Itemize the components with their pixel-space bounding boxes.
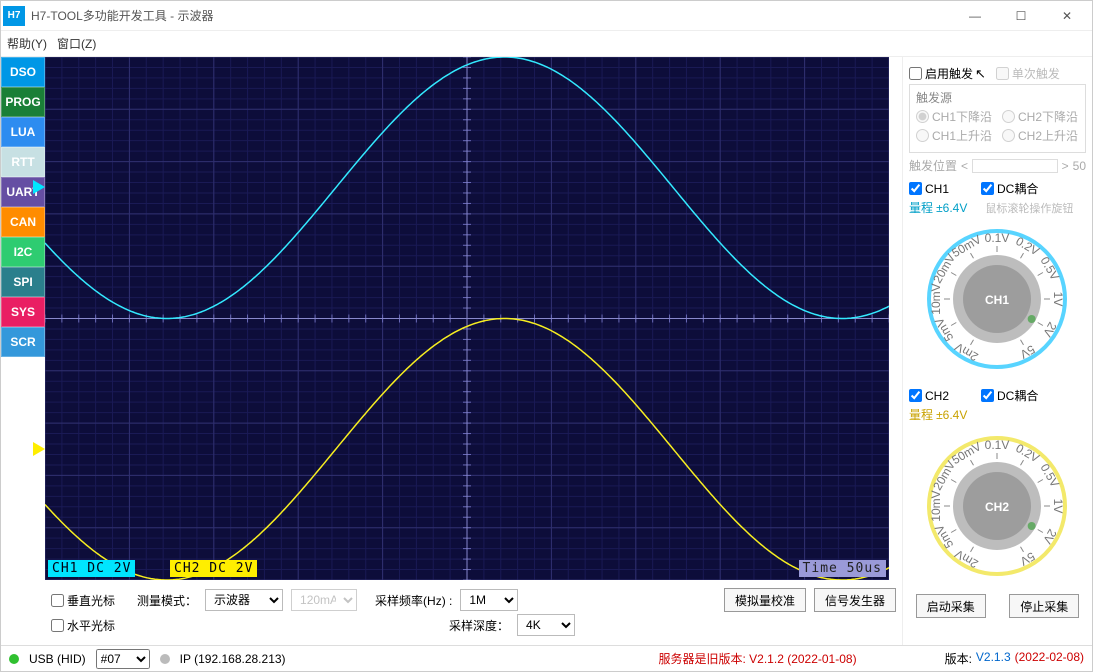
rail-dso[interactable]: DSO bbox=[1, 57, 45, 87]
bottom-controls: 垂直光标 测量模式： 示波器 120mA 采样频率(Hz) : 1M 模拟量校准… bbox=[45, 580, 902, 614]
signal-gen-button[interactable]: 信号发生器 bbox=[814, 588, 896, 612]
app-logo: H7 bbox=[3, 6, 25, 26]
analog-cal-button[interactable]: 模拟量校准 bbox=[724, 588, 806, 612]
ch1-dc-label: DC耦合 bbox=[997, 180, 1038, 197]
ch2-dc-coupling-checkbox[interactable]: DC耦合 bbox=[981, 387, 1038, 404]
svg-text:0.1V: 0.1V bbox=[985, 231, 1010, 245]
trig-ch1-rising[interactable]: CH1上升沿 bbox=[916, 127, 992, 144]
version-number: V2.1.3 bbox=[976, 650, 1011, 667]
ch2-zero-marker[interactable] bbox=[33, 442, 45, 456]
ch2-scale-label: CH2 DC 2V bbox=[170, 560, 257, 577]
enable-trigger-label: 启用触发 bbox=[925, 65, 973, 82]
trig-ch2-rising[interactable]: CH2上升沿 bbox=[1002, 127, 1078, 144]
trig-ch2-falling[interactable]: CH2下降沿 bbox=[1002, 108, 1078, 125]
ch1-dc-coupling-checkbox[interactable]: DC耦合 bbox=[981, 180, 1038, 197]
rail-sys[interactable]: SYS bbox=[1, 297, 45, 327]
stop-acq-button[interactable]: 停止采集 bbox=[1009, 594, 1079, 618]
wheel-hint: 鼠标滚轮操作旋钮 bbox=[985, 200, 1073, 216]
sample-depth-select[interactable]: 4K bbox=[517, 614, 575, 636]
trigger-pos-value: 50 bbox=[1073, 159, 1086, 173]
rail-lua[interactable]: LUA bbox=[1, 117, 45, 147]
single-trigger-label: 单次触发 bbox=[1012, 65, 1060, 82]
ip-status: IP (192.168.28.213) bbox=[180, 652, 286, 666]
menubar: 帮助(Y) 窗口(Z) bbox=[1, 31, 1092, 57]
current-range-select[interactable]: 120mA bbox=[291, 589, 357, 611]
ch2-range-label: 量程 ±6.4V bbox=[909, 406, 967, 423]
ch1-zero-marker[interactable] bbox=[33, 180, 45, 194]
ch1-range-label: 量程 ±6.4V bbox=[909, 199, 967, 216]
menu-help[interactable]: 帮助(Y) bbox=[7, 35, 47, 52]
horizontal-cursor-label: 水平光标 bbox=[67, 617, 115, 634]
timebase-label: Time 50us bbox=[799, 560, 886, 577]
ch2-range-dial[interactable]: CH22mV5mV10mV20mV50mV0.1V0.2V0.5V1V2V5V bbox=[920, 429, 1075, 584]
statusbar: USB (HID) #07 IP (192.168.28.213) 服务器是旧版… bbox=[1, 645, 1092, 671]
maximize-button[interactable]: ☐ bbox=[998, 1, 1044, 31]
trigger-pos-left-icon[interactable]: < bbox=[961, 159, 968, 173]
svg-text:10mV: 10mV bbox=[929, 490, 943, 521]
rail-spi[interactable]: SPI bbox=[1, 267, 45, 297]
rail-can[interactable]: CAN bbox=[1, 207, 45, 237]
svg-text:10mV: 10mV bbox=[929, 283, 943, 314]
server-old-warning: 服务器是旧版本: V2.1.2 (2022-01-08) bbox=[659, 650, 857, 667]
svg-text:CH2: CH2 bbox=[985, 500, 1009, 514]
horizontal-cursor-checkbox[interactable]: 水平光标 bbox=[51, 617, 115, 634]
version-date: (2022-02-08) bbox=[1015, 650, 1084, 667]
ch2-enable-checkbox[interactable]: CH2 bbox=[909, 389, 949, 403]
start-acq-button[interactable]: 启动采集 bbox=[916, 594, 986, 618]
svg-text:CH1: CH1 bbox=[985, 293, 1009, 307]
cursor-icon: ↖ bbox=[975, 66, 986, 82]
trigger-pos-right-icon[interactable]: > bbox=[1062, 159, 1069, 173]
trigger-source-group: 触发源 CH1下降沿 CH2下降沿 CH1上升沿 CH2上升沿 bbox=[909, 84, 1086, 153]
vertical-cursor-checkbox[interactable]: 垂直光标 bbox=[51, 592, 115, 609]
ch1-name: CH1 bbox=[925, 182, 949, 196]
trigger-pos-label: 触发位置 bbox=[909, 157, 957, 174]
single-trigger-checkbox[interactable]: 单次触发 bbox=[996, 65, 1060, 82]
meas-mode-select[interactable]: 示波器 bbox=[205, 589, 283, 611]
sample-rate-label: 采样频率(Hz) : bbox=[375, 592, 452, 609]
ch2-name: CH2 bbox=[925, 389, 949, 403]
version-prefix: 版本: bbox=[945, 650, 972, 667]
svg-text:0.1V: 0.1V bbox=[985, 438, 1010, 452]
svg-text:1V: 1V bbox=[1051, 292, 1065, 307]
window-title: H7-TOOL多功能开发工具 - 示波器 bbox=[31, 7, 952, 24]
rail-rtt[interactable]: RTT bbox=[1, 147, 45, 177]
ch1-range-dial[interactable]: CH12mV5mV10mV20mV50mV0.1V0.2V0.5V1V2V5V bbox=[920, 222, 1075, 377]
device-select[interactable]: #07 bbox=[96, 649, 150, 669]
sample-depth-label: 采样深度： bbox=[449, 617, 509, 634]
left-rail: DSO PROG LUA RTT UART CAN I2C SPI SYS SC… bbox=[1, 57, 45, 645]
rail-i2c[interactable]: I2C bbox=[1, 237, 45, 267]
rail-scr[interactable]: SCR bbox=[1, 327, 45, 357]
right-panel: 启用触发 ↖ 单次触发 触发源 CH1下降沿 CH2下降沿 CH1上升沿 CH2… bbox=[902, 57, 1092, 645]
vertical-cursor-label: 垂直光标 bbox=[67, 592, 115, 609]
trigger-source-title: 触发源 bbox=[916, 89, 1079, 106]
meas-mode-label: 测量模式： bbox=[137, 592, 197, 609]
svg-text:1V: 1V bbox=[1051, 499, 1065, 514]
titlebar: H7 H7-TOOL多功能开发工具 - 示波器 — ☐ ✕ bbox=[1, 1, 1092, 31]
menu-window[interactable]: 窗口(Z) bbox=[57, 35, 96, 52]
close-button[interactable]: ✕ bbox=[1044, 1, 1090, 31]
sample-rate-select[interactable]: 1M bbox=[460, 589, 518, 611]
rail-prog[interactable]: PROG bbox=[1, 87, 45, 117]
ch1-enable-checkbox[interactable]: CH1 bbox=[909, 182, 949, 196]
enable-trigger-checkbox[interactable]: 启用触发 bbox=[909, 65, 973, 82]
minimize-button[interactable]: — bbox=[952, 1, 998, 31]
trig-ch1-falling[interactable]: CH1下降沿 bbox=[916, 108, 992, 125]
ch1-scale-label: CH1 DC 2V bbox=[48, 560, 135, 577]
usb-status: USB (HID) bbox=[29, 652, 86, 666]
usb-led-icon bbox=[9, 654, 19, 664]
oscilloscope-display[interactable]: CH1 DC 2V CH2 DC 2V Time 50us bbox=[45, 57, 889, 580]
ch2-dc-label: DC耦合 bbox=[997, 387, 1038, 404]
ip-led-icon bbox=[160, 654, 170, 664]
trigger-pos-slider[interactable] bbox=[972, 159, 1058, 173]
